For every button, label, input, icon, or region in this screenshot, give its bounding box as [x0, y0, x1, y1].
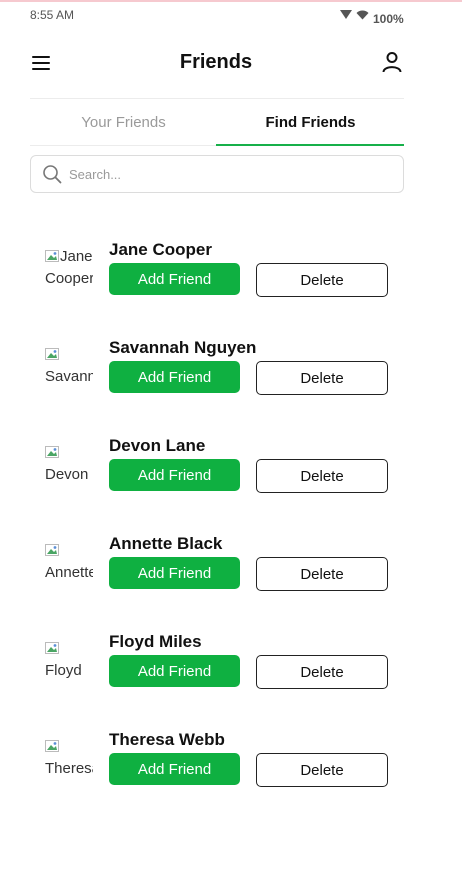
friend-row: Floyd Miles Floyd Miles Add Friend Delete: [30, 632, 404, 718]
delete-button[interactable]: Delete: [256, 655, 388, 689]
status-bar: 8:55 AM 100%: [0, 4, 462, 26]
search-icon: [43, 165, 62, 184]
signal-icon: [340, 10, 352, 19]
broken-image-icon: [45, 642, 59, 654]
friend-row: Theresa Webb Theresa Webb Add Friend Delete: [30, 730, 404, 816]
delete-button[interactable]: Delete: [256, 263, 388, 297]
tab-your-friends[interactable]: Your Friends: [30, 99, 217, 146]
avatar: Jane Cooper: [45, 246, 93, 294]
top-accent-line: [0, 0, 462, 2]
avatar: Theresa Webb: [45, 736, 93, 784]
broken-image-icon: [45, 250, 59, 262]
avatar: Annette Black: [45, 540, 93, 588]
avatar: Devon Lane: [45, 442, 93, 490]
broken-image-icon: [45, 348, 59, 360]
friend-name: Theresa Webb: [109, 730, 225, 749]
broken-image-icon: [45, 544, 59, 556]
friend-name: Annette Black: [109, 534, 223, 553]
avatar-alt-text: Theresa Webb: [45, 760, 93, 784]
avatar-alt-text: Annette Black: [45, 564, 93, 588]
add-friend-button[interactable]: Add Friend: [109, 753, 240, 785]
app-header: Friends: [0, 40, 462, 86]
broken-image-icon: [45, 446, 59, 458]
page-title: Friends: [179, 51, 253, 73]
delete-button[interactable]: Delete: [256, 459, 388, 493]
avatar-alt-text: Savannah Nguyen: [45, 368, 93, 392]
delete-button[interactable]: Delete: [256, 753, 388, 787]
status-icons: [340, 10, 369, 20]
search-box: [30, 155, 404, 193]
friend-name: Savannah Nguyen: [109, 338, 257, 357]
friend-name: Floyd Miles: [109, 632, 202, 651]
broken-image-icon: [45, 740, 59, 752]
avatar: Floyd Miles: [45, 638, 93, 686]
add-friend-button[interactable]: Add Friend: [109, 361, 240, 393]
add-friend-button[interactable]: Add Friend: [109, 557, 240, 589]
friend-row: Annette Black Annette Black Add Friend Dele…: [30, 534, 404, 620]
wifi-icon: [356, 10, 369, 20]
friend-row: Jane Cooper Jane Cooper Add Friend Delete: [30, 240, 404, 326]
tab-bar: Your Friends Find Friends: [30, 98, 404, 146]
friend-name: Jane Cooper: [109, 240, 212, 259]
search-input[interactable]: [69, 162, 389, 186]
status-time: 8:55 AM: [30, 8, 75, 22]
active-tab-indicator: [216, 144, 404, 146]
friend-row: Savannah Nguyen Savannah Nguyen Add Friend…: [30, 338, 404, 424]
add-friend-button[interactable]: Add Friend: [109, 263, 240, 295]
tab-find-friends[interactable]: Find Friends: [217, 99, 404, 146]
add-friend-button[interactable]: Add Friend: [109, 655, 240, 687]
user-icon[interactable]: [380, 50, 404, 74]
battery-level: 100%: [373, 12, 404, 26]
add-friend-button[interactable]: Add Friend: [109, 459, 240, 491]
friend-name: Devon Lane: [109, 436, 206, 455]
avatar-alt-text: Devon Lane: [45, 466, 89, 490]
delete-button[interactable]: Delete: [256, 361, 388, 395]
avatar-alt-text: Floyd Miles: [45, 662, 82, 686]
avatar: Savannah Nguyen: [45, 344, 93, 392]
delete-button[interactable]: Delete: [256, 557, 388, 591]
friend-row: Devon Lane Devon Lane Add Friend Delete: [30, 436, 404, 522]
